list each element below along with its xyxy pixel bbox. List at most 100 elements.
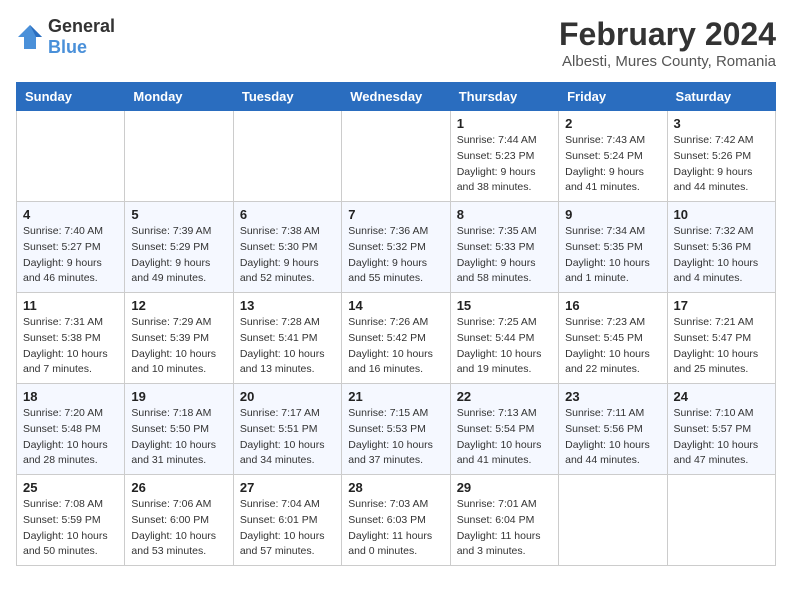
day-number: 20 bbox=[240, 389, 335, 404]
day-info: Sunrise: 7:28 AMSunset: 5:41 PMDaylight:… bbox=[240, 315, 335, 378]
day-number: 1 bbox=[457, 116, 552, 131]
calendar-header: Sunday Monday Tuesday Wednesday Thursday… bbox=[17, 83, 776, 111]
day-number: 9 bbox=[565, 207, 660, 222]
day-number: 2 bbox=[565, 116, 660, 131]
table-row: 17 Sunrise: 7:21 AMSunset: 5:47 PMDayligh… bbox=[667, 293, 775, 384]
day-info: Sunrise: 7:04 AMSunset: 6:01 PMDaylight:… bbox=[240, 497, 335, 560]
calendar-title-section: February 2024 Albesti, Mures County, Rom… bbox=[559, 16, 776, 70]
table-row: 20 Sunrise: 7:17 AMSunset: 5:51 PMDayligh… bbox=[233, 384, 341, 475]
table-row: 16 Sunrise: 7:23 AMSunset: 5:45 PMDayligh… bbox=[559, 293, 667, 384]
table-row: 21Sunrise: 7:15 AMSunset: 5:53 PMDayligh… bbox=[342, 384, 450, 475]
day-number: 12 bbox=[131, 298, 226, 313]
calendar-week-row: 25 Sunrise: 7:08 AMSunset: 5:59 PMDayligh… bbox=[17, 475, 776, 566]
table-row bbox=[17, 111, 125, 202]
day-number: 8 bbox=[457, 207, 552, 222]
day-info: Sunrise: 7:20 AMSunset: 5:48 PMDaylight:… bbox=[23, 406, 118, 469]
table-row: 18 Sunrise: 7:20 AMSunset: 5:48 PMDayligh… bbox=[17, 384, 125, 475]
table-row bbox=[342, 111, 450, 202]
table-row: 24 Sunrise: 7:10 AMSunset: 5:57 PMDayligh… bbox=[667, 384, 775, 475]
calendar-week-row: 4 Sunrise: 7:40 AMSunset: 5:27 PMDaylight… bbox=[17, 202, 776, 293]
day-info: Sunrise: 7:31 AMSunset: 5:38 PMDaylight:… bbox=[23, 315, 118, 378]
day-info: Sunrise: 7:25 AMSunset: 5:44 PMDaylight:… bbox=[457, 315, 552, 378]
day-number: 26 bbox=[131, 480, 226, 495]
day-number: 27 bbox=[240, 480, 335, 495]
day-number: 17 bbox=[674, 298, 769, 313]
calendar-table: Sunday Monday Tuesday Wednesday Thursday… bbox=[16, 82, 776, 566]
calendar-subtitle: Albesti, Mures County, Romania bbox=[559, 53, 776, 70]
table-row: 27 Sunrise: 7:04 AMSunset: 6:01 PMDayligh… bbox=[233, 475, 341, 566]
table-row: 11 Sunrise: 7:31 AMSunset: 5:38 PMDayligh… bbox=[17, 293, 125, 384]
day-number: 15 bbox=[457, 298, 552, 313]
logo: General Blue bbox=[16, 16, 115, 58]
day-info: Sunrise: 7:18 AMSunset: 5:50 PMDaylight:… bbox=[131, 406, 226, 469]
day-info: Sunrise: 7:08 AMSunset: 5:59 PMDaylight:… bbox=[23, 497, 118, 560]
calendar-week-row: 11 Sunrise: 7:31 AMSunset: 5:38 PMDayligh… bbox=[17, 293, 776, 384]
day-number: 18 bbox=[23, 389, 118, 404]
calendar-main-title: February 2024 bbox=[559, 16, 776, 53]
table-row bbox=[233, 111, 341, 202]
day-info: Sunrise: 7:17 AMSunset: 5:51 PMDaylight:… bbox=[240, 406, 335, 469]
table-row bbox=[125, 111, 233, 202]
day-number: 25 bbox=[23, 480, 118, 495]
day-info: Sunrise: 7:10 AMSunset: 5:57 PMDaylight:… bbox=[674, 406, 769, 469]
day-number: 13 bbox=[240, 298, 335, 313]
table-row: 3Sunrise: 7:42 AMSunset: 5:26 PMDaylight… bbox=[667, 111, 775, 202]
day-number: 3 bbox=[674, 116, 769, 131]
table-row: 9 Sunrise: 7:34 AMSunset: 5:35 PMDaylight… bbox=[559, 202, 667, 293]
day-number: 5 bbox=[131, 207, 226, 222]
days-of-week-row: Sunday Monday Tuesday Wednesday Thursday… bbox=[17, 83, 776, 111]
day-info: Sunrise: 7:39 AMSunset: 5:29 PMDaylight:… bbox=[131, 224, 226, 287]
calendar-week-row: 18 Sunrise: 7:20 AMSunset: 5:48 PMDayligh… bbox=[17, 384, 776, 475]
col-friday: Friday bbox=[559, 83, 667, 111]
day-number: 24 bbox=[674, 389, 769, 404]
col-saturday: Saturday bbox=[667, 83, 775, 111]
calendar-week-row: 1 Sunrise: 7:44 AMSunset: 5:23 PMDaylight… bbox=[17, 111, 776, 202]
day-info: Sunrise: 7:43 AMSunset: 5:24 PMDaylight:… bbox=[565, 133, 660, 196]
day-info: Sunrise: 7:01 AMSunset: 6:04 PMDaylight:… bbox=[457, 497, 552, 560]
col-wednesday: Wednesday bbox=[342, 83, 450, 111]
day-info: Sunrise: 7:29 AMSunset: 5:39 PMDaylight:… bbox=[131, 315, 226, 378]
day-number: 7 bbox=[348, 207, 443, 222]
col-monday: Monday bbox=[125, 83, 233, 111]
day-number: 28 bbox=[348, 480, 443, 495]
day-number: 16 bbox=[565, 298, 660, 313]
table-row: 2 Sunrise: 7:43 AMSunset: 5:24 PMDaylight… bbox=[559, 111, 667, 202]
day-number: 22 bbox=[457, 389, 552, 404]
table-row bbox=[559, 475, 667, 566]
day-number: 14 bbox=[348, 298, 443, 313]
day-number: 4 bbox=[23, 207, 118, 222]
table-row: 7Sunrise: 7:36 AMSunset: 5:32 PMDaylight… bbox=[342, 202, 450, 293]
day-info: Sunrise: 7:32 AMSunset: 5:36 PMDaylight:… bbox=[674, 224, 769, 287]
table-row: 26Sunrise: 7:06 AMSunset: 6:00 PMDayligh… bbox=[125, 475, 233, 566]
day-info: Sunrise: 7:44 AMSunset: 5:23 PMDaylight:… bbox=[457, 133, 552, 196]
table-row: 4 Sunrise: 7:40 AMSunset: 5:27 PMDaylight… bbox=[17, 202, 125, 293]
day-info: Sunrise: 7:03 AMSunset: 6:03 PMDaylight:… bbox=[348, 497, 443, 560]
day-number: 6 bbox=[240, 207, 335, 222]
day-info: Sunrise: 7:40 AMSunset: 5:27 PMDaylight:… bbox=[23, 224, 118, 287]
day-info: Sunrise: 7:15 AMSunset: 5:53 PMDaylight:… bbox=[348, 406, 443, 469]
table-row: 23Sunrise: 7:11 AMSunset: 5:56 PMDayligh… bbox=[559, 384, 667, 475]
table-row: 22 Sunrise: 7:13 AMSunset: 5:54 PMDayligh… bbox=[450, 384, 558, 475]
page-header: General Blue February 2024 Albesti, Mure… bbox=[16, 16, 776, 70]
table-row: 5 Sunrise: 7:39 AMSunset: 5:29 PMDaylight… bbox=[125, 202, 233, 293]
table-row: 14 Sunrise: 7:26 AMSunset: 5:42 PMDayligh… bbox=[342, 293, 450, 384]
day-info: Sunrise: 7:34 AMSunset: 5:35 PMDaylight:… bbox=[565, 224, 660, 287]
table-row: 13 Sunrise: 7:28 AMSunset: 5:41 PMDayligh… bbox=[233, 293, 341, 384]
col-tuesday: Tuesday bbox=[233, 83, 341, 111]
logo-icon bbox=[16, 23, 44, 51]
day-info: Sunrise: 7:21 AMSunset: 5:47 PMDaylight:… bbox=[674, 315, 769, 378]
day-info: Sunrise: 7:26 AMSunset: 5:42 PMDaylight:… bbox=[348, 315, 443, 378]
day-number: 23 bbox=[565, 389, 660, 404]
day-info: Sunrise: 7:23 AMSunset: 5:45 PMDaylight:… bbox=[565, 315, 660, 378]
table-row bbox=[667, 475, 775, 566]
col-sunday: Sunday bbox=[17, 83, 125, 111]
day-number: 11 bbox=[23, 298, 118, 313]
day-info: Sunrise: 7:38 AMSunset: 5:30 PMDaylight:… bbox=[240, 224, 335, 287]
table-row: 1 Sunrise: 7:44 AMSunset: 5:23 PMDaylight… bbox=[450, 111, 558, 202]
calendar-body: 1 Sunrise: 7:44 AMSunset: 5:23 PMDaylight… bbox=[17, 111, 776, 566]
table-row: 25 Sunrise: 7:08 AMSunset: 5:59 PMDayligh… bbox=[17, 475, 125, 566]
table-row: 28 Sunrise: 7:03 AMSunset: 6:03 PMDayligh… bbox=[342, 475, 450, 566]
day-info: Sunrise: 7:13 AMSunset: 5:54 PMDaylight:… bbox=[457, 406, 552, 469]
table-row: 15 Sunrise: 7:25 AMSunset: 5:44 PMDayligh… bbox=[450, 293, 558, 384]
table-row: 29Sunrise: 7:01 AMSunset: 6:04 PMDayligh… bbox=[450, 475, 558, 566]
